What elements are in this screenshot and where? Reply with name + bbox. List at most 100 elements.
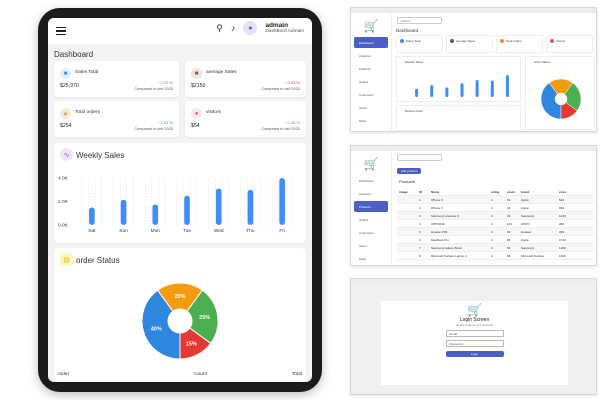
- table-row[interactable]: 4 OPPOF19 4 123 OPPO 280: [397, 220, 593, 228]
- stat-card-total-orders[interactable]: ▲ Total orders $254 ↑ 1.03 % Compared to…: [54, 101, 179, 137]
- showcase: ⚲ ♪ ● admain DashBord Admain Dashboard ■…: [0, 0, 600, 400]
- table-row[interactable]: 8 Microsoft Surface Laptop 4 4 68 Microsoft …: [397, 252, 593, 260]
- table-cell: Apple: [521, 205, 529, 210]
- table-cell: 3: [419, 213, 421, 218]
- nav-item[interactable]: Dashboard: [354, 175, 388, 186]
- table-cell: 36: [507, 213, 511, 218]
- thumb-stat-card[interactable]: average Sales: [446, 35, 493, 53]
- weekly-bar[interactable]: [184, 195, 190, 225]
- table-row[interactable]: 7 Samsung Galaxy Book 4 50 Samsung 1499: [397, 244, 593, 252]
- nav-item[interactable]: Analytics: [354, 50, 388, 61]
- nav-item[interactable]: Settings: [354, 128, 388, 131]
- table-cell: Microsoft Surface Laptop 4: [431, 253, 467, 258]
- stat-name: visitors: [206, 110, 221, 115]
- table-cell: 4: [491, 221, 493, 226]
- pie-label: 25%: [199, 315, 210, 321]
- thumb-stat-card[interactable]: Total orders: [496, 35, 543, 53]
- thumb-recent: Recent Order: [396, 105, 521, 131]
- weekly-sales-card: ∿ Weekly Sales 4.0K 2.0K 0.0K Sat Sun Mon Tue W…: [54, 143, 306, 243]
- email-field[interactable]: Email: [445, 330, 504, 337]
- stat-value: $2150: [191, 83, 206, 89]
- nav-item[interactable]: Analytics: [354, 188, 388, 199]
- weekly-sales-chart: 4.0K 2.0K 0.0K Sat Sun Mon Tue Wed Thu Fri: [58, 176, 293, 234]
- weekly-bar[interactable]: [247, 189, 254, 225]
- stat-dot-icon: [500, 39, 504, 43]
- thumb-bar: [490, 80, 494, 97]
- table-cell: 899: [559, 205, 565, 210]
- table-cell: 549: [559, 197, 565, 202]
- nav-item[interactable]: Orders: [354, 76, 388, 87]
- table-cell: 68: [507, 253, 511, 258]
- thumb-dashboard[interactable]: 🛒 Dashboard Analytics Products Orders Custom…: [350, 7, 597, 132]
- pie-label: 15%: [186, 341, 197, 347]
- stat-compare: Compared to dec 2023: [134, 127, 173, 131]
- stat-value: $254: [60, 123, 72, 129]
- stat-name: Sales Total: [75, 70, 99, 75]
- search-icon[interactable]: ⚲: [216, 23, 223, 33]
- table-row[interactable]: 3 Samsung Universe 9 4 36 Samsung 1249: [397, 212, 593, 220]
- table-cell: OPPO: [521, 221, 530, 226]
- nav-item[interactable]: Orders: [354, 214, 388, 225]
- table-row[interactable]: 6 MacBook Pro 4 83 Apple 1749: [397, 236, 593, 244]
- stat-card-visitors[interactable]: ● visitors $54 ↑ 0.45 % Compared to dec …: [185, 101, 306, 137]
- table-cell: 499: [559, 229, 565, 234]
- table-cell: 32: [507, 229, 511, 234]
- table-cell: iPhone X: [431, 205, 444, 210]
- x-tick-label: Sat: [88, 228, 96, 234]
- cart-logo-icon: 🛒: [467, 303, 482, 317]
- table-cell: 6: [419, 237, 421, 242]
- stat-card-sales-total[interactable]: ■ Sales Total $25,970 ↑ 2.03 % Compared …: [54, 61, 179, 97]
- table-cell: Microsoft Surface: [521, 253, 545, 258]
- stat-dot-icon: [450, 39, 454, 43]
- table-row[interactable]: 2 iPhone X 4 34 Apple 899: [397, 204, 593, 212]
- weekly-bar[interactable]: [120, 199, 127, 225]
- stat-change: ↑ 2.03 %: [157, 80, 173, 85]
- y-tick-label: 4.0K: [58, 176, 69, 182]
- nav-item[interactable]: Mails: [354, 115, 388, 126]
- table-cell: 280: [559, 221, 565, 226]
- login-card: 🛒 Login Screen please login to your acco…: [381, 301, 568, 385]
- weekly-bar[interactable]: [279, 178, 285, 225]
- thumb-title: Dashboard: [396, 28, 419, 33]
- table-cell: Name: [431, 189, 440, 194]
- table-cell: Samsung: [521, 213, 534, 218]
- search-input[interactable]: Search: [397, 17, 442, 24]
- stat-value: $25,970: [60, 83, 79, 89]
- x-tick-label: Mon: [151, 228, 161, 234]
- nav-item[interactable]: Products: [354, 63, 388, 74]
- x-tick-label: Thu: [246, 228, 255, 234]
- weekly-bar[interactable]: [89, 207, 95, 225]
- table-cell: 4: [491, 205, 493, 210]
- thumb-login[interactable]: 🛒 Login Screen please login to your acco…: [350, 278, 597, 395]
- stat-name: average Sales: [206, 70, 237, 75]
- thumb-stat-card[interactable]: Sales Total: [396, 35, 443, 53]
- table-cell: 4: [491, 197, 493, 202]
- thumb-bar: [445, 87, 449, 97]
- thumb-products[interactable]: 🛒 Dashboard Analytics Products Orders Custom…: [350, 145, 597, 266]
- table-row[interactable]: 5 Huawei P30 4 32 Huawei 499: [397, 228, 593, 236]
- nav-item[interactable]: Mails: [354, 253, 388, 264]
- hamburger-menu-icon[interactable]: [56, 27, 66, 35]
- bell-icon[interactable]: ♪: [231, 23, 236, 33]
- thumb-stat-card[interactable]: visitors: [546, 35, 593, 53]
- nav-item[interactable]: Dashboard: [354, 37, 388, 48]
- thumb-sidebar: 🛒 Dashboard Analytics Products Orders Custom…: [351, 13, 392, 131]
- weekly-bar[interactable]: [215, 188, 222, 225]
- thumb-weekly-chart: [415, 75, 509, 97]
- nav-item[interactable]: Users: [354, 240, 388, 251]
- nav-item[interactable]: Customers: [354, 89, 388, 100]
- weekly-bar[interactable]: [152, 204, 159, 225]
- nav-item[interactable]: Customers: [354, 227, 388, 238]
- nav-item[interactable]: Products: [354, 201, 388, 212]
- table-row[interactable]: 1 iPhone 9 4 94 Apple 549: [397, 196, 593, 204]
- x-tick-label: Tue: [183, 228, 191, 234]
- password-field[interactable]: Password: [445, 340, 504, 347]
- stat-dot-icon: [550, 39, 554, 43]
- search-input[interactable]: [397, 154, 442, 161]
- login-button[interactable]: Login: [445, 351, 504, 357]
- nav-item[interactable]: Users: [354, 102, 388, 113]
- table-cell: 7: [419, 245, 421, 250]
- avatar[interactable]: ●: [243, 21, 258, 35]
- add-product-button[interactable]: Add product: [397, 168, 422, 174]
- stat-card-average-sales[interactable]: ■ average Sales $2150 ↓ 0.23 % Compared …: [185, 61, 306, 97]
